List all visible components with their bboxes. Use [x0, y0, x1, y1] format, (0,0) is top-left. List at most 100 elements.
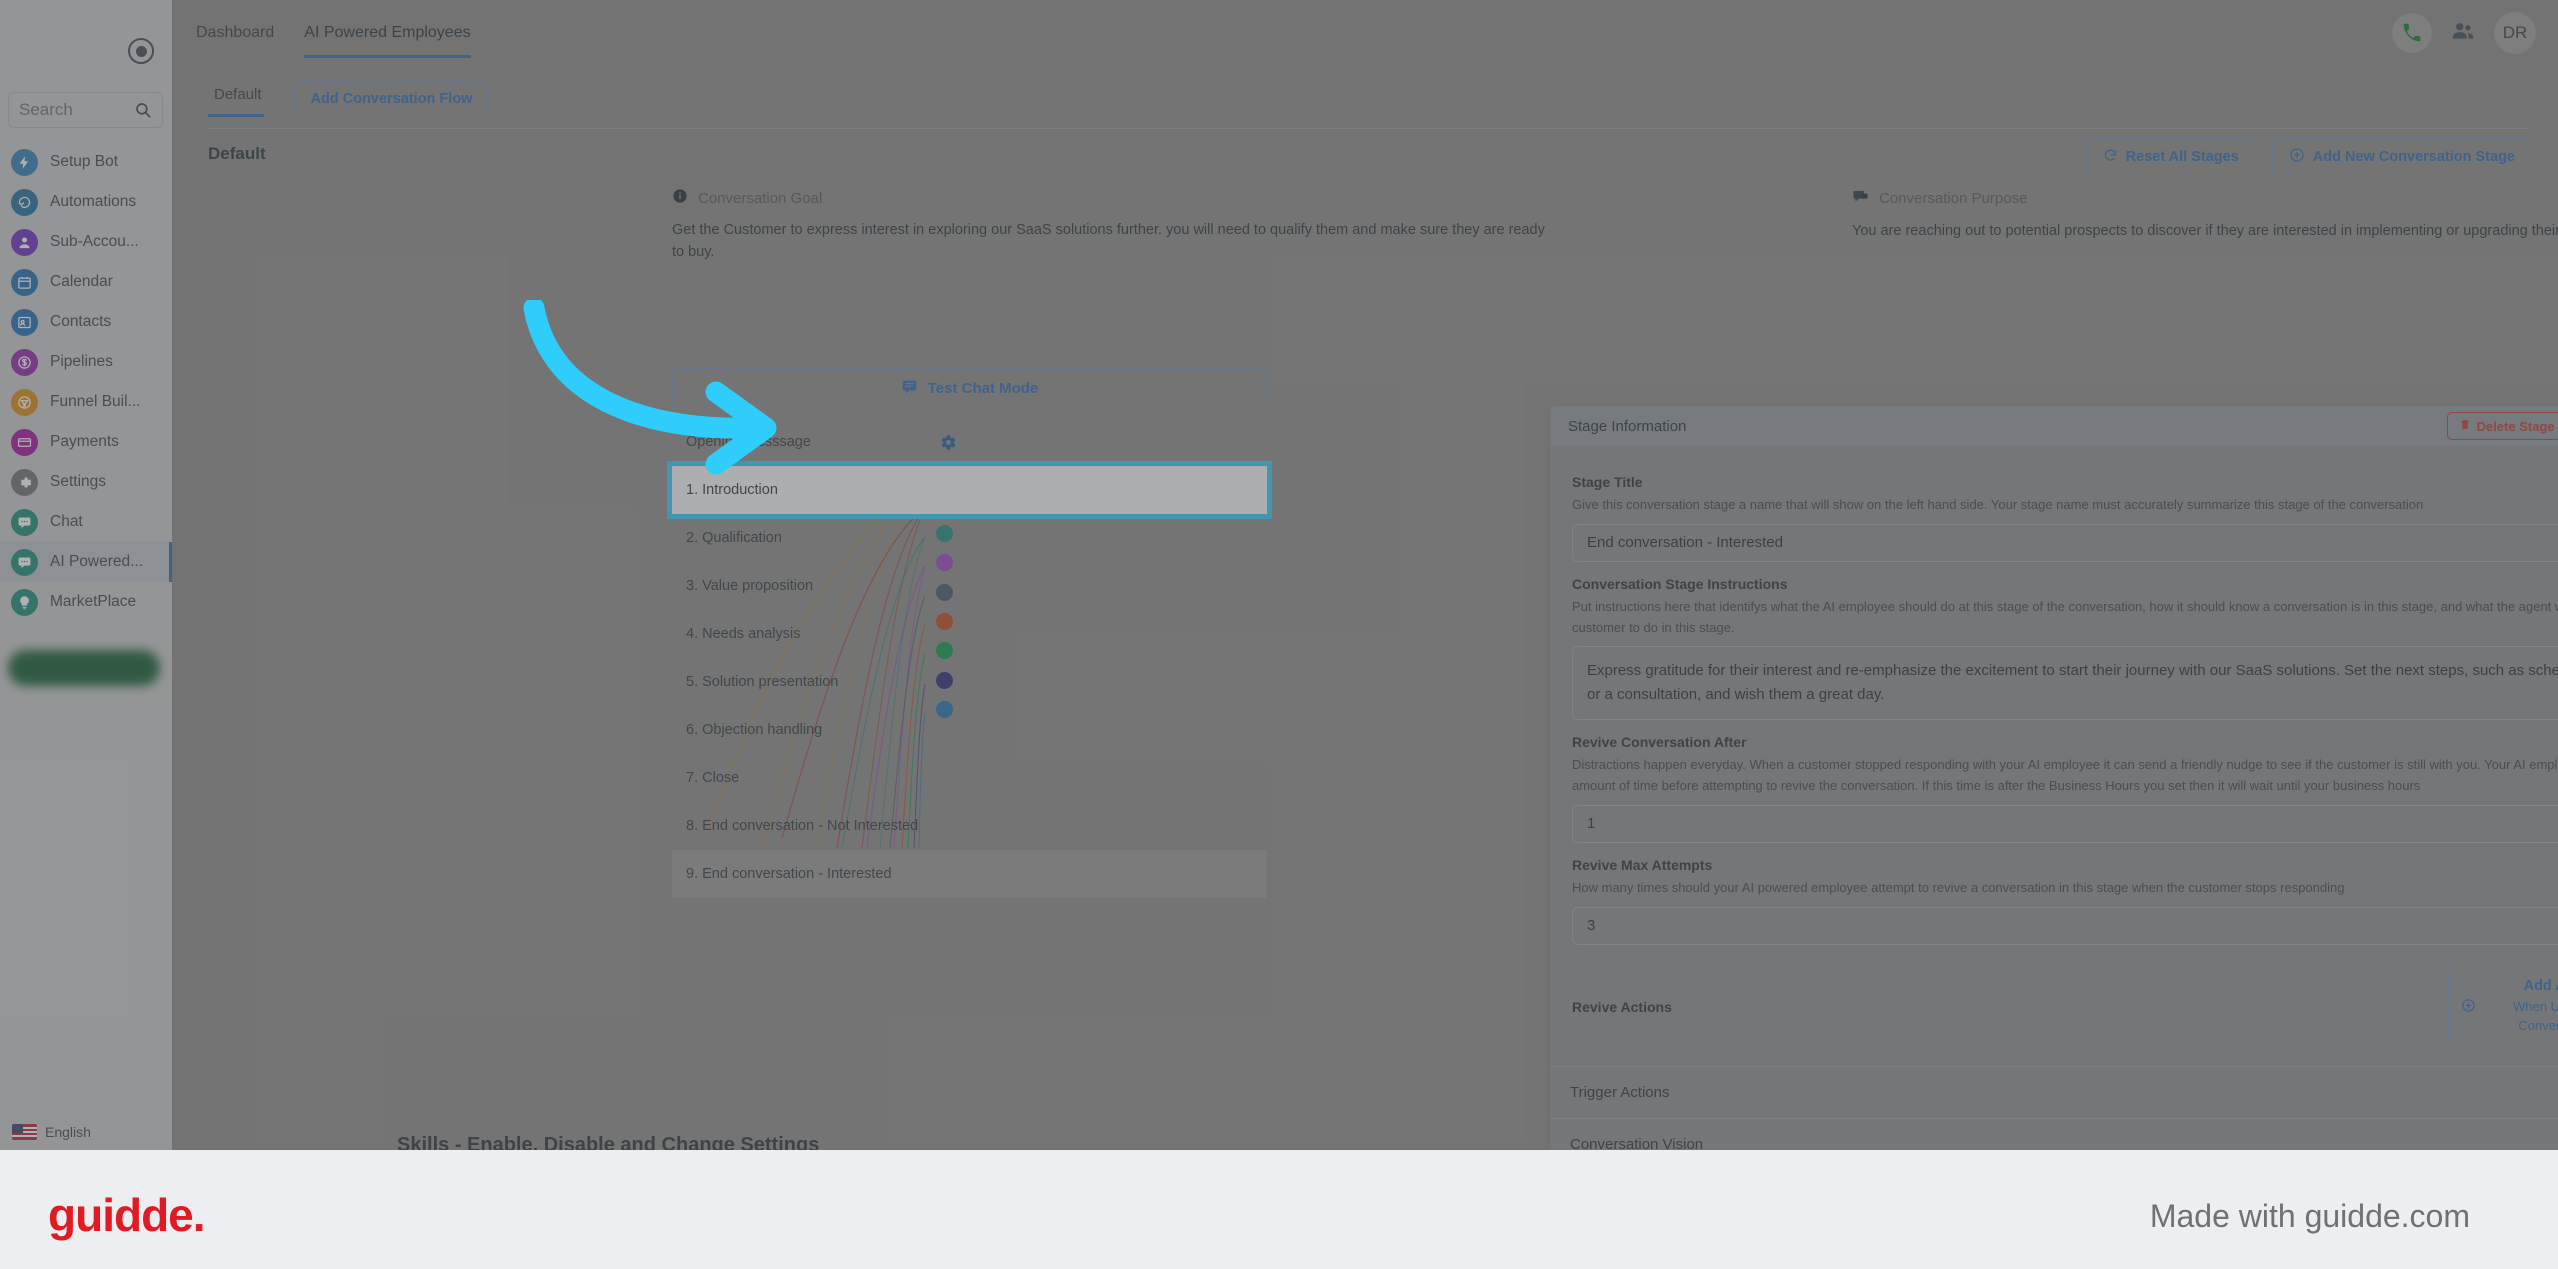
add-conversation-flow-button[interactable]: Add Conversation Flow	[293, 81, 490, 116]
sidebar-item-calendar[interactable]: Calendar	[0, 262, 172, 302]
stage-row[interactable]: 2. Qualification	[672, 514, 1267, 562]
tab-default[interactable]: Default	[208, 80, 272, 117]
test-chat-mode-button[interactable]: Test Chat Mode	[672, 368, 1267, 408]
tab-ai-powered-employees[interactable]: AI Powered Employees	[304, 0, 471, 66]
conversation-purpose-title: Conversation Purpose	[1879, 190, 2028, 207]
revive-after-label: Revive Conversation After	[1572, 734, 1747, 751]
plus-circle-icon	[2461, 998, 2476, 1019]
application-shell: Search Setup Bot Automations Sub-Accou... C…	[0, 0, 2558, 1150]
sidebar-item-marketplace[interactable]: MarketPlace	[0, 582, 172, 622]
reset-all-stages-button[interactable]: Reset All Stages	[2085, 138, 2256, 176]
stage-row[interactable]: 8. End conversation - Not Interested	[672, 802, 1267, 850]
sidebar-item-funnel-buil[interactable]: Funnel Buil...	[0, 382, 172, 422]
info-icon	[672, 188, 688, 208]
delete-stage-button[interactable]: Delete Stage	[2446, 412, 2558, 440]
user-avatar[interactable]: DR	[2494, 12, 2536, 54]
conversation-purpose-block: Conversation Purpose You are reaching ou…	[1852, 188, 2558, 242]
revive-after-input[interactable]: 1	[1572, 804, 2558, 843]
skills-section-heading: Skills - Enable, Disable and Change Sett…	[397, 1134, 820, 1150]
search-input[interactable]: Search	[8, 92, 163, 128]
search-placeholder-text: Search	[19, 100, 73, 119]
collapsible-trigger-actions[interactable]: Trigger Actions	[1550, 1066, 2558, 1118]
test-chat-mode-label: Test Chat Mode	[927, 379, 1039, 397]
sidebar-item-label: Sub-Accou...	[50, 233, 139, 250]
sidebar-item-label: Setup Bot	[50, 153, 119, 170]
stage-instructions-textarea[interactable]: Express gratitude for their interest and…	[1572, 646, 2558, 721]
sidebar-item-pipelines[interactable]: Pipelines	[0, 342, 172, 382]
sidebar-item-label: Calendar	[50, 273, 113, 290]
stage-row[interactable]: 5. Solution presentation	[672, 658, 1267, 706]
revive-max-attempts-input[interactable]: 3	[1572, 906, 2558, 945]
sidebar-item-ai-powered[interactable]: AI Powered...	[0, 542, 172, 582]
team-members-icon[interactable]	[2450, 18, 2476, 49]
gear-icon	[11, 468, 38, 496]
trash-icon	[2459, 418, 2471, 434]
chat-icon	[11, 548, 38, 576]
top-tab-list: Dashboard AI Powered Employees	[196, 0, 471, 66]
add-action-button[interactable]: Add Action When User Hits This Conversat…	[2448, 966, 2558, 1047]
sidebar-item-payments[interactable]: Payments	[0, 422, 172, 462]
sidebar-item-settings[interactable]: Settings	[0, 462, 172, 502]
conversation-goal-header: Conversation Goal	[672, 188, 1552, 208]
stage-toolbar: Reset All Stages Add New Conversation St…	[2085, 138, 2532, 176]
stage-instructions-help: Put instructions here that identifys wha…	[1572, 598, 2558, 635]
plus-circle-icon	[2289, 147, 2305, 167]
sidebar-item-label: Payments	[50, 433, 119, 450]
page-title: Default	[208, 144, 266, 163]
stage-row[interactable]: 1. Introduction	[672, 466, 1267, 514]
upgrade-banner[interactable]	[8, 650, 160, 686]
chat-icon	[11, 508, 38, 536]
add-action-subtitle-row: When User Hits This Conversationstage	[2461, 998, 2558, 1036]
stage-row[interactable]: 6. Objection handling	[672, 706, 1267, 754]
sidebar-item-label: Chat	[50, 513, 83, 530]
sidebar-nav-list: Setup Bot Automations Sub-Accou... Calendar…	[0, 142, 172, 622]
add-new-conversation-stage-button[interactable]: Add New Conversation Stage	[2271, 138, 2532, 176]
sidebar-item-label: MarketPlace	[50, 593, 137, 610]
automation-icon	[11, 188, 38, 216]
conversation-purpose-text: You are reaching out to potential prospe…	[1852, 223, 2558, 239]
bulb-icon	[11, 588, 38, 616]
stage-row[interactable]: 9. End conversation - Interested	[672, 850, 1267, 898]
language-selector[interactable]: English	[12, 1124, 91, 1140]
sidebar-item-label: Pipelines	[50, 353, 113, 370]
stage-row[interactable]: 3. Value proposition	[672, 562, 1267, 610]
tabs-divider	[208, 128, 2528, 129]
conversation-purpose-header: Conversation Purpose	[1852, 188, 2558, 209]
conversation-flow-tabs: Default Add Conversation Flow	[208, 80, 490, 117]
sidebar-item-label: Settings	[50, 473, 107, 490]
card-icon	[11, 428, 38, 456]
phone-call-button[interactable]	[2392, 13, 2432, 53]
sidebar-item-setup-bot[interactable]: Setup Bot	[0, 142, 172, 182]
language-label: English	[45, 1124, 91, 1140]
stage-title-input[interactable]: End conversation - Interested	[1572, 523, 2558, 562]
sidebar-item-contacts[interactable]: Contacts	[0, 302, 172, 342]
stage-row[interactable]: 4. Needs analysis	[672, 610, 1267, 658]
user-icon	[11, 228, 38, 256]
stage-information-panel: Stage Information Delete Stage Stage Tit…	[1550, 406, 2558, 1150]
guidde-logo: guidde.	[48, 1189, 206, 1241]
contacts-icon	[11, 308, 38, 336]
stage-information-title: Stage Information	[1568, 417, 1687, 435]
app-logo-icon[interactable]	[128, 38, 154, 64]
collapsible-conversation-vision[interactable]: Conversation Vision	[1550, 1118, 2558, 1150]
revive-after-help: Distractions happen everyday. When a cus…	[1572, 757, 2558, 794]
sidebar-item-sub-accou[interactable]: Sub-Accou...	[0, 222, 172, 262]
delete-stage-label: Delete Stage	[2476, 418, 2555, 434]
stage-title-help: Give this conversation stage a name that…	[1572, 497, 2424, 512]
revive-max-attempts-help: How many times should your AI powered em…	[1572, 879, 2345, 895]
us-flag-icon	[12, 1124, 37, 1140]
tab-dashboard[interactable]: Dashboard	[196, 0, 274, 66]
stage-row[interactable]: 7. Close	[672, 754, 1267, 802]
sidebar-item-label: Funnel Buil...	[50, 393, 141, 410]
guidde-footer: guidde. Made with guidde.com	[0, 1150, 2558, 1269]
conversation-stage-list: Opening Messsage 1. Introduction 2. Quali…	[672, 418, 1267, 898]
stage-rows-container: 1. Introduction 2. Qualification 3. Value …	[672, 466, 1267, 898]
dollar-icon	[11, 348, 38, 376]
made-with-guidde-text: Made with guidde.com	[2149, 1198, 2470, 1234]
sidebar-item-automations[interactable]: Automations	[0, 182, 172, 222]
sidebar-item-label: Automations	[50, 193, 137, 210]
bolt-icon	[11, 148, 38, 176]
sidebar-item-chat[interactable]: Chat	[0, 502, 172, 542]
opening-message-row[interactable]: Opening Messsage	[672, 418, 1267, 466]
top-bar-actions: DR	[2392, 12, 2536, 54]
